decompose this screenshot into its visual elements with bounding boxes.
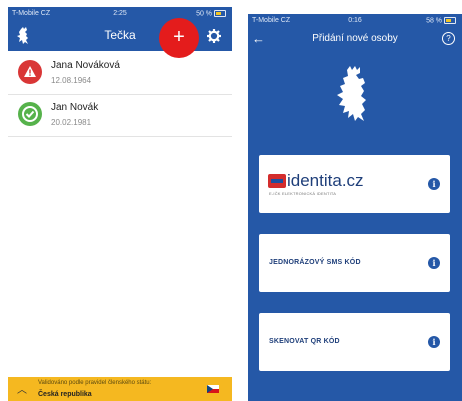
status-bar: T-Mobile CZ 2:25 50 %: [8, 10, 232, 22]
info-icon[interactable]: i: [428, 257, 440, 269]
battery-percent: 50 %: [196, 10, 213, 18]
chevron-up-icon[interactable]: ︿: [17, 381, 27, 396]
person-item[interactable]: Jan Novák 20.02.1981: [8, 94, 232, 137]
person-name: Jan Novák: [51, 102, 99, 113]
page-title: Přidání nové osoby: [312, 33, 398, 44]
gear-icon[interactable]: [207, 29, 221, 43]
help-icon[interactable]: ?: [442, 32, 455, 45]
battery-icon: [214, 10, 226, 17]
identita-brand: identita.cz: [287, 171, 364, 190]
person-item[interactable]: Jana Nováková 12.08.1964: [8, 52, 232, 95]
add-person-screen: T-Mobile CZ 0:16 58 % ← Přidání nové oso…: [248, 14, 462, 401]
czech-lion-emblem-icon: [337, 66, 366, 121]
warning-status-icon: [18, 60, 42, 84]
battery-indicator: 58 %: [426, 17, 456, 24]
validation-country: Česká republika: [38, 391, 92, 398]
person-birthdate: 12.08.1964: [51, 76, 92, 85]
identita-logo-icon: [268, 174, 286, 188]
czech-flag-icon: [207, 385, 219, 393]
option-label: SKENOVAT QR KÓD: [269, 338, 340, 345]
plus-icon: +: [173, 26, 185, 48]
identita-subtitle: E-IČK ELEKTRONICKÁ IDENTITA: [269, 191, 337, 196]
battery-percent: 58 %: [426, 17, 443, 25]
person-list-screen: T-Mobile CZ 2:25 50 % Tečka + Jana Novák…: [8, 7, 232, 401]
identita-login-option[interactable]: identita.cz E-IČK ELEKTRONICKÁ IDENTITA …: [259, 155, 450, 213]
info-icon[interactable]: i: [428, 336, 440, 348]
scan-qr-option[interactable]: SKENOVAT QR KÓD i: [259, 313, 450, 371]
validation-caption: Validováno podle pravidel členského stát…: [38, 380, 152, 386]
validation-country-bar[interactable]: ︿ Validováno podle pravidel členského st…: [8, 377, 232, 401]
battery-indicator: 50 %: [196, 10, 226, 17]
sms-code-option[interactable]: JEDNORÁZOVÝ SMS KÓD i: [259, 234, 450, 292]
valid-status-icon: [18, 102, 42, 126]
person-birthdate: 20.02.1981: [51, 118, 92, 127]
person-name: Jana Nováková: [51, 60, 120, 71]
status-bar: T-Mobile CZ 0:16 58 %: [248, 17, 462, 29]
info-icon[interactable]: i: [428, 178, 440, 190]
option-label: JEDNORÁZOVÝ SMS KÓD: [269, 259, 361, 266]
battery-icon: [444, 17, 456, 24]
